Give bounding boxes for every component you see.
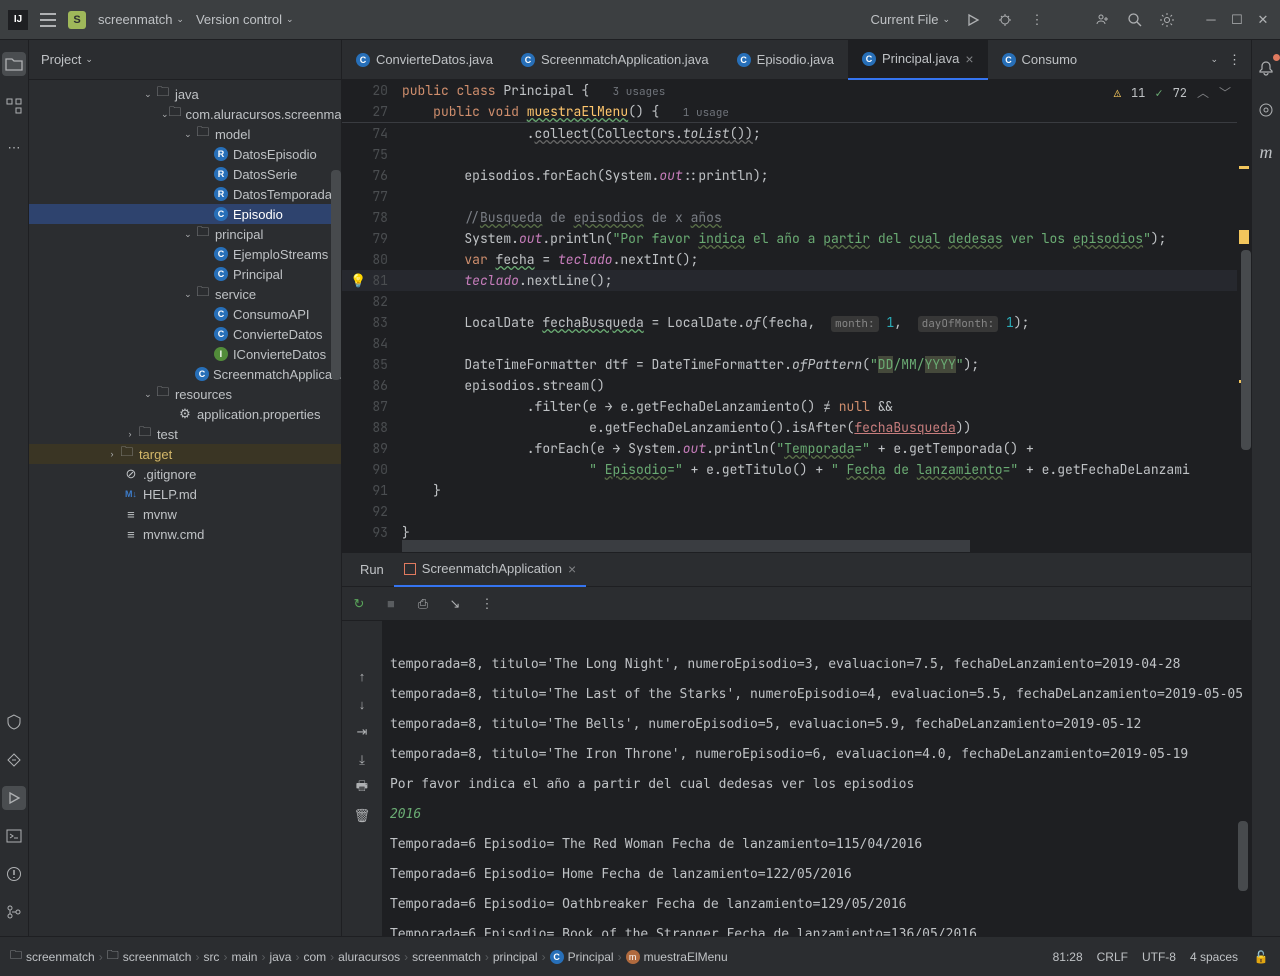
cursor-position[interactable]: 81:28 <box>1053 950 1083 964</box>
tab-conviertedatos[interactable]: CConvierteDatos.java <box>342 40 507 80</box>
run-panel: Run ScreenmatchApplication × ↻ ■ ⎙ ↘ ⋮ <box>342 552 1251 936</box>
line-separator[interactable]: CRLF <box>1097 950 1128 964</box>
left-tool-rail: ⋯ <box>0 40 29 936</box>
tab-consumo[interactable]: CConsumo <box>988 40 1092 80</box>
run-tool-label: Run <box>350 562 394 577</box>
tab-screenmatchapp[interactable]: CScreenmatchApplication.java <box>507 40 723 80</box>
inspection-widget[interactable]: ⚠11 ✓72 ︿﹀ <box>1114 84 1231 101</box>
tree-scrollbar[interactable] <box>331 170 341 380</box>
tabs-dropdown-icon[interactable]: ⌄ <box>1211 54 1219 65</box>
project-view-dropdown[interactable]: Project⌄ <box>41 52 93 67</box>
run-tab-close-icon[interactable]: × <box>568 561 576 577</box>
tabs-more-icon[interactable]: ⋮ <box>1228 52 1241 68</box>
dump-icon[interactable]: ⎙ <box>414 595 432 613</box>
stop-icon[interactable]: ■ <box>382 595 400 613</box>
soft-wrap-icon[interactable]: ⇥ <box>353 723 371 741</box>
right-tool-rail: m <box>1251 40 1280 936</box>
tab-principal[interactable]: CPrincipal.java× <box>848 40 988 80</box>
debug-icon[interactable] <box>996 11 1014 29</box>
more-tools-icon[interactable]: ⋯ <box>2 136 26 160</box>
scroll-down-icon[interactable]: ↓ <box>353 695 371 713</box>
problems-tool-icon[interactable] <box>2 862 26 886</box>
intention-bulb-icon[interactable]: 💡 <box>350 272 366 289</box>
encoding[interactable]: UTF-8 <box>1142 950 1176 964</box>
project-badge: S <box>68 11 86 29</box>
clear-icon[interactable]: 🗑 <box>353 807 371 825</box>
project-tree[interactable]: ⌄🗀java ⌄🗀com.aluracursos.screenmatch ⌄🗀m… <box>29 80 341 936</box>
indent[interactable]: 4 spaces <box>1190 950 1238 964</box>
run-icon[interactable] <box>964 11 982 29</box>
project-panel: Project⌄ ⌄🗀java ⌄🗀com.aluracursos.screen… <box>29 40 342 936</box>
editor-horizontal-scrollbar[interactable] <box>402 540 1237 552</box>
maximize-icon[interactable]: ☐ <box>1228 11 1246 29</box>
tab-episodio[interactable]: CEpisodio.java <box>723 40 848 80</box>
code-editor[interactable]: ⚠11 ✓72 ︿﹀ 20public class Principal { 3 … <box>342 80 1251 552</box>
project-dropdown[interactable]: screenmatch⌄ <box>98 12 184 27</box>
run-config-dropdown[interactable]: Current File⌄ <box>871 12 950 27</box>
print-icon[interactable]: 🖶 <box>353 779 371 797</box>
search-icon[interactable] <box>1126 11 1144 29</box>
services-tool-icon[interactable] <box>2 748 26 772</box>
minimize-icon[interactable]: ─ <box>1202 11 1220 29</box>
intellij-logo-icon: IJ <box>8 10 28 30</box>
tree-item-episodio[interactable]: CEpisodio <box>29 204 341 224</box>
project-tool-icon[interactable] <box>2 52 26 76</box>
close-icon[interactable]: ✕ <box>1254 11 1272 29</box>
rerun-icon[interactable]: ↻ <box>350 595 368 613</box>
scroll-to-end-icon[interactable]: ⤓ <box>353 751 371 769</box>
notifications-icon[interactable] <box>1254 56 1278 80</box>
statusbar: 🗀screenmatch› 🗀screenmatch› src› main› j… <box>0 936 1280 976</box>
overview-ruler[interactable] <box>1237 120 1251 534</box>
code-with-me-icon[interactable] <box>1094 11 1112 29</box>
navigation-bar[interactable]: 🗀screenmatch› 🗀screenmatch› src› main› j… <box>10 946 728 967</box>
structure-tool-icon[interactable] <box>2 94 26 118</box>
console-scrollbar[interactable] <box>1238 821 1248 891</box>
maven-icon[interactable]: m <box>1254 140 1278 164</box>
exit-icon[interactable]: ↘ <box>446 595 464 613</box>
console-output[interactable]: temporada=8, titulo='The Long Night', nu… <box>382 621 1251 936</box>
terminal-tool-icon[interactable] <box>2 824 26 848</box>
run-tool-icon[interactable] <box>2 786 26 810</box>
vcs-tool-icon[interactable] <box>2 900 26 924</box>
ai-icon[interactable] <box>1254 98 1278 122</box>
readonly-lock-icon[interactable]: 🔓 <box>1252 948 1270 966</box>
run-tab-screenmatch[interactable]: ScreenmatchApplication × <box>394 553 586 587</box>
tab-close-icon[interactable]: × <box>965 51 973 67</box>
settings-icon[interactable] <box>1158 11 1176 29</box>
vcs-dropdown[interactable]: Version control⌄ <box>196 12 294 27</box>
editor-tabs: CConvierteDatos.java CScreenmatchApplica… <box>342 40 1251 80</box>
titlebar: IJ S screenmatch⌄ Version control⌄ Curre… <box>0 0 1280 40</box>
console-more-icon[interactable]: ⋮ <box>478 595 496 613</box>
build-tool-icon[interactable] <box>2 710 26 734</box>
scroll-up-icon[interactable]: ↑ <box>353 667 371 685</box>
more-icon[interactable]: ⋮ <box>1028 11 1046 29</box>
main-menu-button[interactable] <box>40 13 56 27</box>
